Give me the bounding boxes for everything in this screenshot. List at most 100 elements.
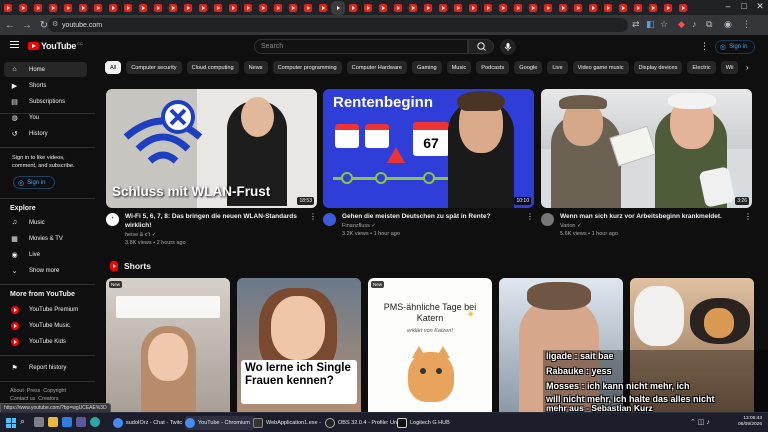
chip-computer-security[interactable]: Computer security <box>126 61 182 74</box>
browser-tab[interactable] <box>274 3 282 12</box>
short-thumbnail[interactable]: Wo lerne ich Single Frauen kennen? <box>237 278 361 412</box>
browser-tab[interactable] <box>379 3 387 12</box>
browser-tab[interactable] <box>349 3 357 12</box>
browser-tab[interactable] <box>259 3 267 12</box>
forward-icon[interactable]: → <box>20 20 34 31</box>
browser-tab[interactable] <box>664 3 672 12</box>
chip-electric[interactable]: Electric <box>687 61 716 74</box>
browser-tab[interactable] <box>394 3 402 12</box>
extensions-puzzle-icon[interactable]: ⧉ <box>706 19 712 30</box>
browser-tab[interactable] <box>124 3 132 12</box>
chip-google[interactable]: Google <box>514 61 543 74</box>
edge-icon[interactable] <box>62 417 72 427</box>
browser-tab[interactable] <box>244 3 252 12</box>
extension-icon[interactable]: ◧ <box>646 19 655 30</box>
channel-avatar[interactable] <box>323 213 336 226</box>
browser-tab[interactable] <box>529 3 537 12</box>
sidebar-item-shorts[interactable]: ▶ Shorts <box>4 78 87 93</box>
video-kebab-icon[interactable]: ⋮ <box>526 212 534 221</box>
chip-live[interactable]: Live <box>547 61 568 74</box>
clock[interactable]: 13:06:43 06/09/2026 <box>728 416 762 428</box>
chevron-right-icon[interactable]: › <box>746 63 749 72</box>
bookmark-star-icon[interactable]: ☆ <box>660 19 668 30</box>
system-tray-icons[interactable]: ⌃ ◫ ♪ <box>690 418 710 426</box>
channel-avatar[interactable] <box>541 213 554 226</box>
sidebar-item-yt-music[interactable]: YouTube Music <box>4 318 87 333</box>
back-icon[interactable]: ← <box>3 20 17 31</box>
chip-all[interactable]: All <box>105 61 122 74</box>
browser-tab[interactable] <box>334 3 342 12</box>
browser-tab[interactable] <box>679 3 687 12</box>
browser-tab[interactable] <box>319 3 327 12</box>
browser-tab[interactable] <box>484 3 492 12</box>
browser-tab[interactable] <box>199 3 207 12</box>
sidebar-item-movies[interactable]: ▦ Movies & TV <box>4 231 87 246</box>
search-input[interactable]: Search <box>254 39 468 54</box>
chip-computer-programming[interactable]: Computer programming <box>272 61 342 74</box>
taskbar-app-webapplication[interactable]: WebApplication1.exe - <box>253 416 321 430</box>
browser-tab[interactable] <box>514 3 522 12</box>
video-title[interactable]: Wenn man sich kurz vor Arbeitsbeginn kra… <box>560 212 740 221</box>
chip-wii[interactable]: Wii <box>720 61 739 74</box>
browser-tab[interactable] <box>409 3 417 12</box>
short-thumbnail[interactable]: New PMS-ähnliche Tage bei Katern erklärt… <box>368 278 492 412</box>
sidebar-item-you[interactable]: ◍ You <box>4 110 87 125</box>
browser-tab[interactable] <box>469 3 477 12</box>
site-info-icon[interactable]: ⚙ <box>52 20 58 28</box>
sidebar-item-yt-kids[interactable]: YouTube Kids <box>4 334 87 349</box>
address-bar[interactable]: ⚙ youtube.com <box>48 18 628 32</box>
chip-cloud-computing[interactable]: Cloud computing <box>186 61 239 74</box>
browser-tab[interactable] <box>169 3 177 12</box>
browser-tab[interactable] <box>64 3 72 12</box>
youtube-logo[interactable]: YouTube CC <box>28 41 83 51</box>
channel-name[interactable]: Varion ✓ <box>560 222 582 230</box>
sidebar-item-report-history[interactable]: ⚑ Report history <box>4 360 87 375</box>
browser-tab[interactable] <box>364 3 372 12</box>
browser-tab[interactable] <box>574 3 582 12</box>
video-kebab-icon[interactable]: ⋮ <box>309 212 317 221</box>
video-thumbnail[interactable]: Rentenbeginn 67 10:10 <box>323 89 534 208</box>
footer-links[interactable]: Contact us Creators <box>10 396 59 402</box>
sidebar-item-history[interactable]: ↺ History <box>4 126 87 141</box>
browser-tab[interactable] <box>544 3 552 12</box>
taskbar-app-chat[interactable]: sudoIOrz - Chat - Twitc <box>113 416 182 430</box>
sidebar-item-show-more[interactable]: ⌄ Show more <box>4 263 87 278</box>
search-button[interactable] <box>468 39 494 54</box>
browser-tab[interactable] <box>424 3 432 12</box>
browser-tab[interactable] <box>634 3 642 12</box>
video-thumbnail[interactable]: 3:26 <box>541 89 752 208</box>
maximize-icon[interactable]: □ <box>738 1 750 11</box>
browser-tab[interactable] <box>454 3 462 12</box>
browser-tab[interactable] <box>559 3 567 12</box>
sidebar-item-subscriptions[interactable]: ▤ Subscriptions <box>4 94 87 109</box>
app-icon[interactable] <box>90 417 100 427</box>
browser-tab[interactable] <box>154 3 162 12</box>
chip-gaming[interactable]: Gaming <box>412 61 442 74</box>
browser-tab[interactable] <box>439 3 447 12</box>
extension-red-icon[interactable]: ◆ <box>678 19 685 30</box>
minimize-icon[interactable]: – <box>722 1 734 11</box>
browser-tab[interactable] <box>214 3 222 12</box>
video-kebab-icon[interactable]: ⋮ <box>744 212 752 221</box>
video-thumbnail[interactable]: Schluss mit WLAN-Frust 18:53 <box>106 89 317 208</box>
app-icon[interactable] <box>76 417 86 427</box>
sidebar-item-live[interactable]: ◉ Live <box>4 247 87 262</box>
taskbar-app-obs[interactable]: OBS 32.0.4 - Profile: Unt <box>325 416 399 430</box>
chip-music[interactable]: Music <box>446 61 472 74</box>
file-explorer-icon[interactable] <box>48 417 58 427</box>
browser-tab[interactable] <box>49 3 57 12</box>
video-title[interactable]: Gehen die meisten Deutschen zu spät in R… <box>342 212 522 221</box>
chip-computer-hardware[interactable]: Computer Hardware <box>346 61 408 74</box>
task-view-icon[interactable] <box>34 417 44 427</box>
voice-search-button[interactable] <box>500 39 516 55</box>
chip-podcasts[interactable]: Podcasts <box>476 61 510 74</box>
search-taskbar-icon[interactable]: ⌕ <box>20 416 25 427</box>
channel-name[interactable]: Finanzfluss ✓ <box>342 222 376 230</box>
sidebar-item-music[interactable]: ♫ Music <box>4 215 87 230</box>
settings-kebab-icon[interactable]: ⋮ <box>700 41 709 52</box>
browser-menu-icon[interactable]: ⋮ <box>742 19 751 30</box>
browser-tab[interactable] <box>289 3 297 12</box>
header-signin-button[interactable]: ◎ Sign in <box>715 40 755 54</box>
browser-tab[interactable] <box>19 3 27 12</box>
browser-tab[interactable] <box>604 3 612 12</box>
